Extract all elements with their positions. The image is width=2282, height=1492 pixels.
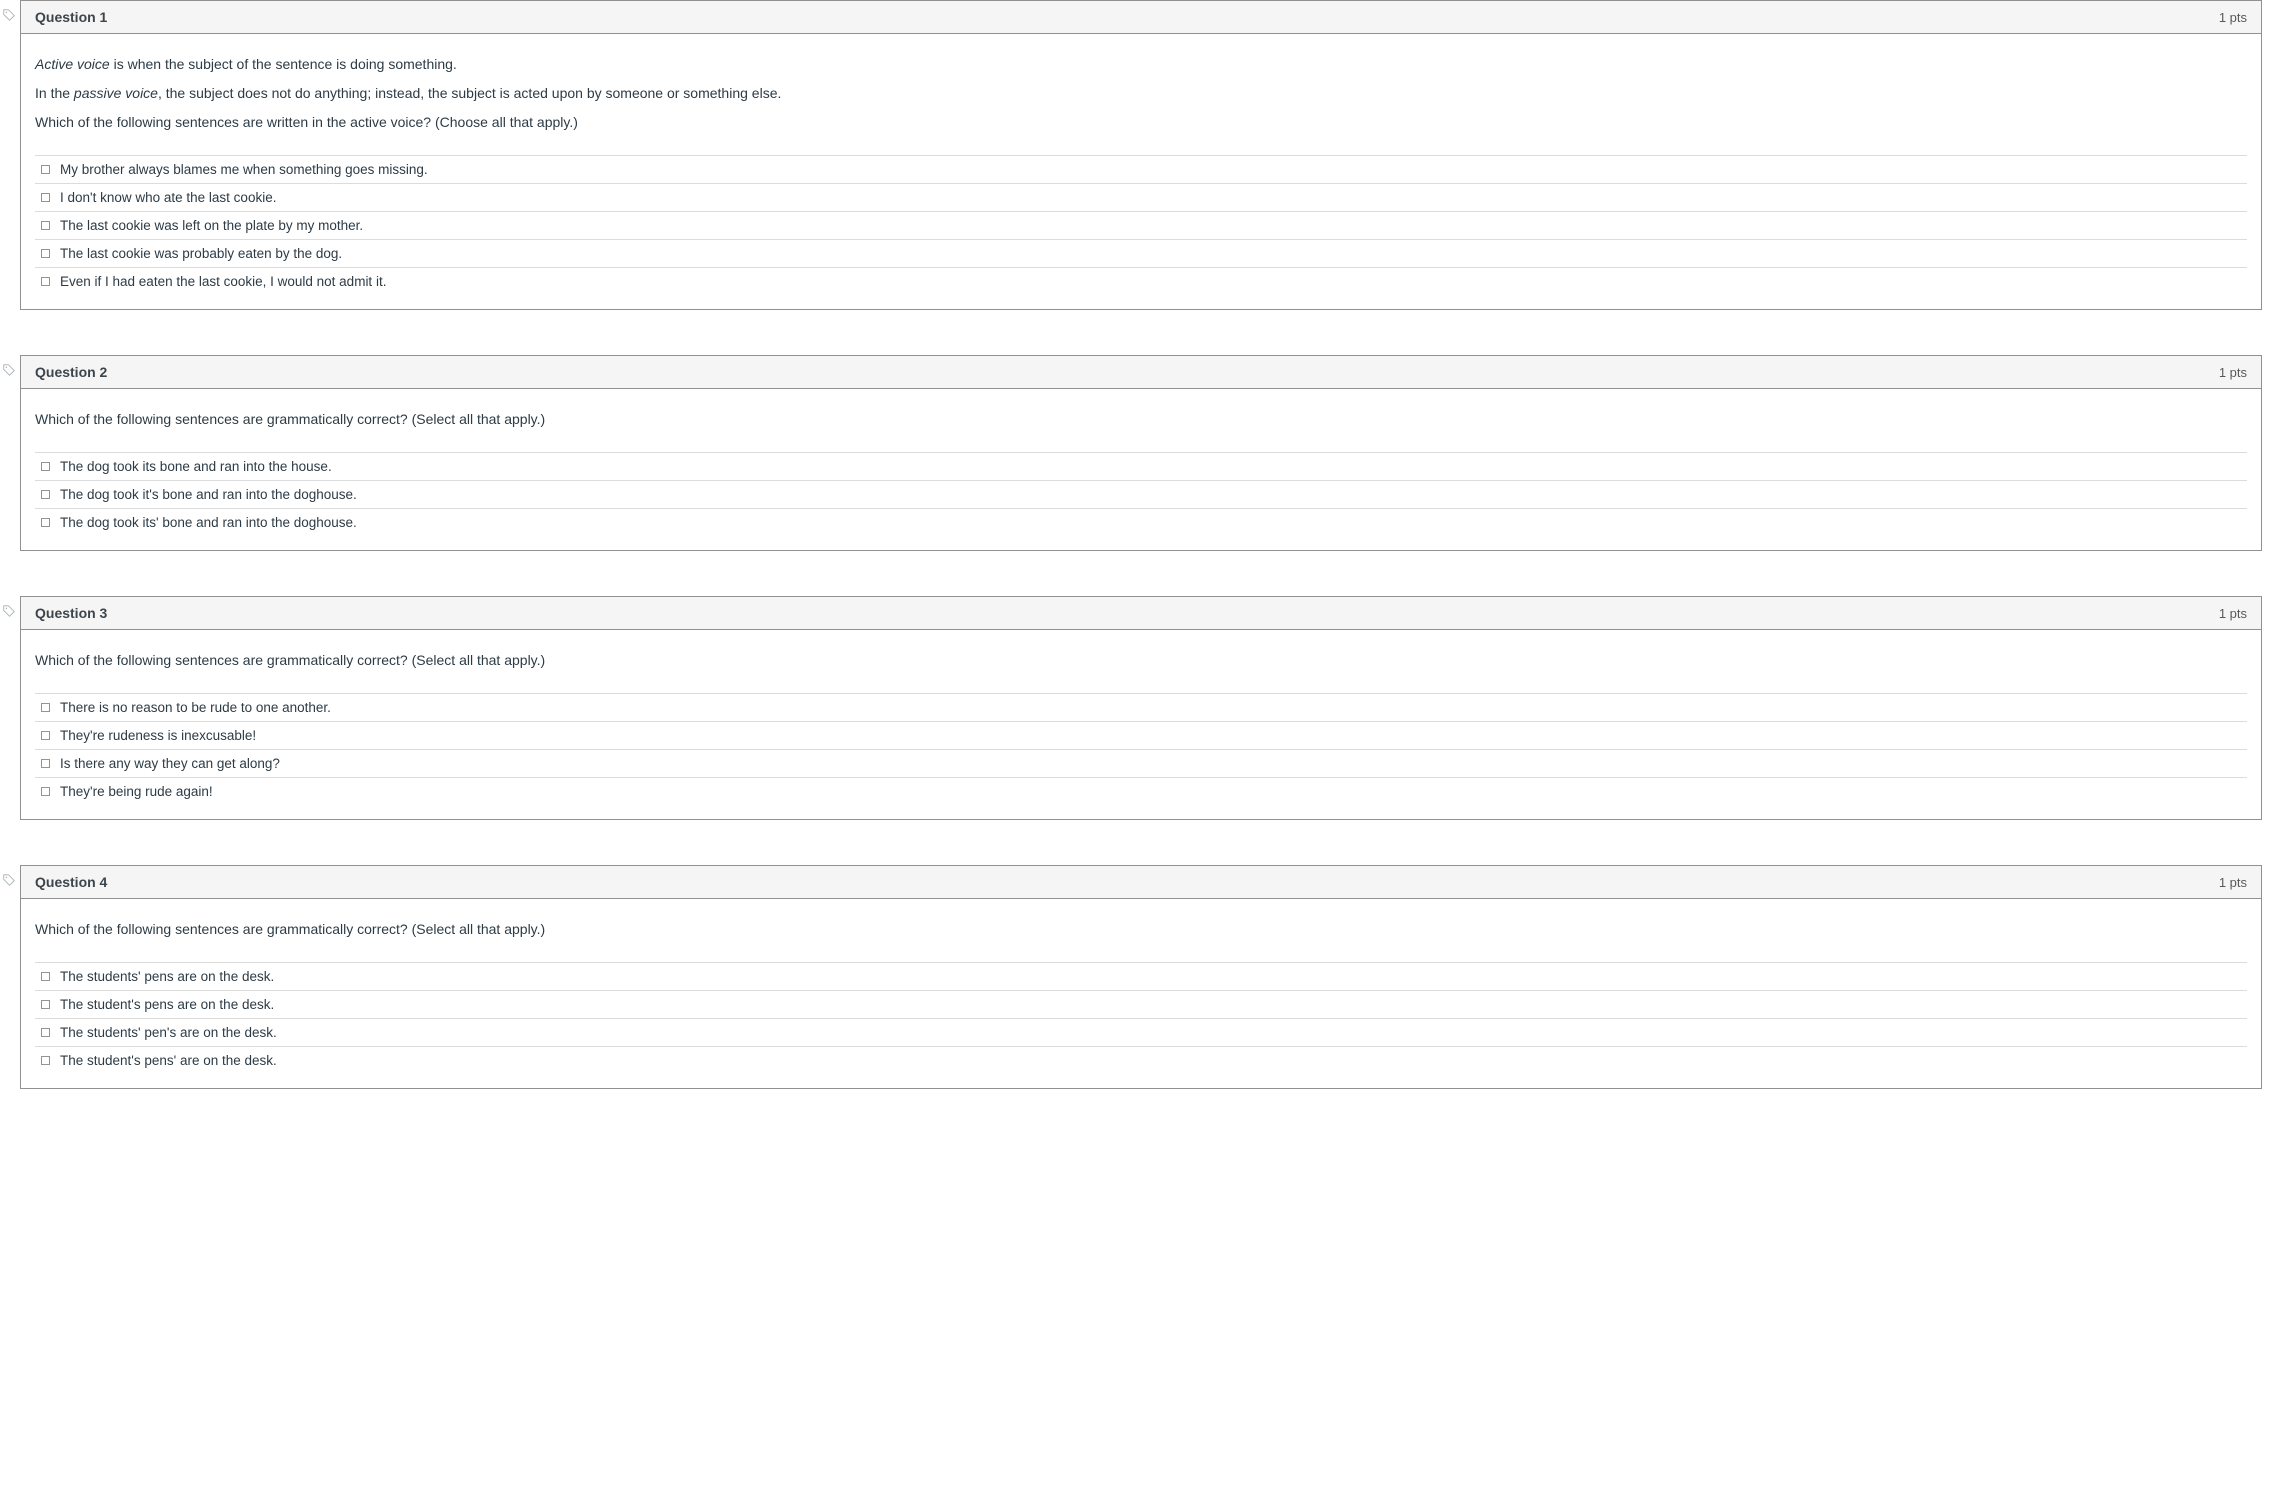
tag-icon <box>2 873 16 887</box>
checkbox-icon[interactable] <box>41 787 50 796</box>
answer-row[interactable]: The student's pens are on the desk. <box>35 991 2247 1019</box>
tag-icon <box>2 604 16 618</box>
question-number: Question 1 <box>35 9 107 25</box>
checkbox-icon[interactable] <box>41 462 50 471</box>
question-prompt: Which of the following sentences are gra… <box>35 919 2247 940</box>
question-points: 1 pts <box>2219 606 2247 621</box>
prompt-text-span: Which of the following sentences are gra… <box>35 921 545 937</box>
answer-row[interactable]: There is no reason to be rude to one ano… <box>35 694 2247 722</box>
answer-label: The dog took it's bone and ran into the … <box>60 487 357 502</box>
answer-row[interactable]: Is there any way they can get along? <box>35 750 2247 778</box>
question-header: Question 2 1 pts <box>21 356 2261 389</box>
checkbox-icon[interactable] <box>41 249 50 258</box>
answer-row[interactable]: The student's pens' are on the desk. <box>35 1047 2247 1074</box>
answer-row[interactable]: They're rudeness is inexcusable! <box>35 722 2247 750</box>
prompt-text-span: is when the subject of the sentence is d… <box>110 56 457 72</box>
question-card: Question 4 1 pts Which of the following se… <box>20 865 2262 1089</box>
answer-row[interactable]: They're being rude again! <box>35 778 2247 805</box>
answer-row[interactable]: The dog took it's bone and ran into the … <box>35 481 2247 509</box>
answers-list: The dog took its bone and ran into the h… <box>35 452 2247 536</box>
checkbox-icon[interactable] <box>41 165 50 174</box>
prompt-text-span: In the <box>35 85 74 101</box>
question-body: Active voice is when the subject of the … <box>21 34 2261 309</box>
question-prompt: Which of the following sentences are gra… <box>35 650 2247 671</box>
answers-list: The students' pens are on the desk. The s… <box>35 962 2247 1074</box>
question-block: Question 3 1 pts Which of the following se… <box>20 596 2262 820</box>
tag-icon <box>2 363 16 377</box>
checkbox-icon[interactable] <box>41 490 50 499</box>
question-header: Question 1 1 pts <box>21 1 2261 34</box>
answer-label: The dog took its' bone and ran into the … <box>60 515 357 530</box>
question-block: Question 4 1 pts Which of the following se… <box>20 865 2262 1089</box>
answer-label: The student's pens are on the desk. <box>60 997 274 1012</box>
question-points: 1 pts <box>2219 365 2247 380</box>
answer-label: The student's pens' are on the desk. <box>60 1053 277 1068</box>
checkbox-icon[interactable] <box>41 703 50 712</box>
checkbox-icon[interactable] <box>41 759 50 768</box>
prompt-line: Which of the following sentences are gra… <box>35 919 2247 940</box>
question-body: Which of the following sentences are gra… <box>21 899 2261 1088</box>
question-points: 1 pts <box>2219 10 2247 25</box>
answer-row[interactable]: The dog took its' bone and ran into the … <box>35 509 2247 536</box>
prompt-line: Which of the following sentences are wri… <box>35 112 2247 133</box>
answer-label: They're being rude again! <box>60 784 213 799</box>
answer-label: There is no reason to be rude to one ano… <box>60 700 331 715</box>
prompt-text-span: , the subject does not do anything; inst… <box>158 85 781 101</box>
prompt-text-span: Which of the following sentences are wri… <box>35 114 578 130</box>
answer-label: Is there any way they can get along? <box>60 756 280 771</box>
answer-row[interactable]: The last cookie was probably eaten by th… <box>35 240 2247 268</box>
checkbox-icon[interactable] <box>41 1000 50 1009</box>
question-body: Which of the following sentences are gra… <box>21 389 2261 550</box>
checkbox-icon[interactable] <box>41 1028 50 1037</box>
answer-row[interactable]: My brother always blames me when somethi… <box>35 156 2247 184</box>
answer-row[interactable]: The students' pens are on the desk. <box>35 963 2247 991</box>
checkbox-icon[interactable] <box>41 193 50 202</box>
answer-label: My brother always blames me when somethi… <box>60 162 428 177</box>
italic-text: Active voice <box>35 56 110 72</box>
question-card: Question 3 1 pts Which of the following se… <box>20 596 2262 820</box>
prompt-line: Active voice is when the subject of the … <box>35 54 2247 75</box>
answer-label: The students' pens are on the desk. <box>60 969 274 984</box>
prompt-text-span: Which of the following sentences are gra… <box>35 652 545 668</box>
prompt-line: In the passive voice, the subject does n… <box>35 83 2247 104</box>
answer-label: They're rudeness is inexcusable! <box>60 728 256 743</box>
question-prompt: Which of the following sentences are gra… <box>35 409 2247 430</box>
question-card: Question 1 1 pts Active voice is when the … <box>20 0 2262 310</box>
answer-row[interactable]: The last cookie was left on the plate by… <box>35 212 2247 240</box>
question-block: Question 2 1 pts Which of the following se… <box>20 355 2262 551</box>
answer-row[interactable]: I don't know who ate the last cookie. <box>35 184 2247 212</box>
prompt-line: Which of the following sentences are gra… <box>35 650 2247 671</box>
checkbox-icon[interactable] <box>41 972 50 981</box>
checkbox-icon[interactable] <box>41 731 50 740</box>
answer-label: The last cookie was left on the plate by… <box>60 218 363 233</box>
answer-row[interactable]: The dog took its bone and ran into the h… <box>35 453 2247 481</box>
checkbox-icon[interactable] <box>41 518 50 527</box>
question-header: Question 3 1 pts <box>21 597 2261 630</box>
italic-text: passive voice <box>74 85 158 101</box>
answer-label: The dog took its bone and ran into the h… <box>60 459 332 474</box>
answers-list: My brother always blames me when somethi… <box>35 155 2247 295</box>
answer-label: The last cookie was probably eaten by th… <box>60 246 342 261</box>
question-body: Which of the following sentences are gra… <box>21 630 2261 819</box>
checkbox-icon[interactable] <box>41 221 50 230</box>
answers-list: There is no reason to be rude to one ano… <box>35 693 2247 805</box>
question-number: Question 2 <box>35 364 107 380</box>
checkbox-icon[interactable] <box>41 1056 50 1065</box>
answer-row[interactable]: Even if I had eaten the last cookie, I w… <box>35 268 2247 295</box>
question-number: Question 4 <box>35 874 107 890</box>
checkbox-icon[interactable] <box>41 277 50 286</box>
prompt-line: Which of the following sentences are gra… <box>35 409 2247 430</box>
answer-row[interactable]: The students' pen's are on the desk. <box>35 1019 2247 1047</box>
question-block: Question 1 1 pts Active voice is when the … <box>20 0 2262 310</box>
answer-label: Even if I had eaten the last cookie, I w… <box>60 274 386 289</box>
tag-icon <box>2 8 16 22</box>
question-header: Question 4 1 pts <box>21 866 2261 899</box>
question-points: 1 pts <box>2219 875 2247 890</box>
prompt-text-span: Which of the following sentences are gra… <box>35 411 545 427</box>
answer-label: The students' pen's are on the desk. <box>60 1025 277 1040</box>
question-number: Question 3 <box>35 605 107 621</box>
question-prompt: Active voice is when the subject of the … <box>35 54 2247 133</box>
question-card: Question 2 1 pts Which of the following se… <box>20 355 2262 551</box>
answer-label: I don't know who ate the last cookie. <box>60 190 276 205</box>
